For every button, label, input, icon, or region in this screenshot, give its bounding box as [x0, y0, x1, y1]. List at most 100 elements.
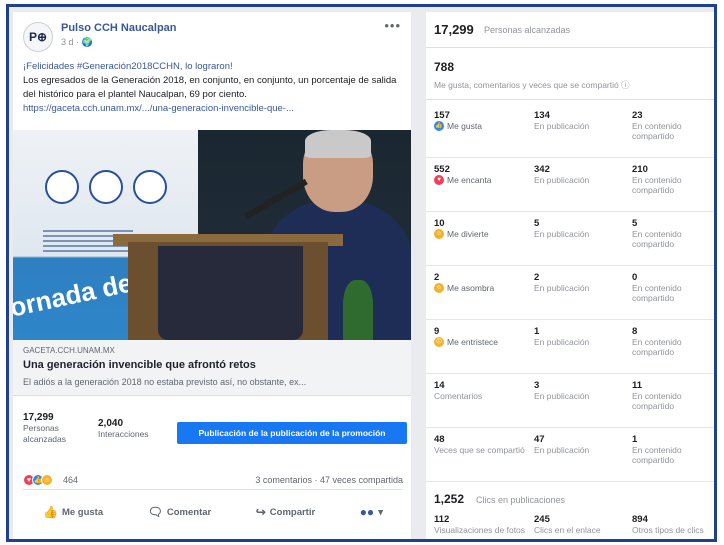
insight-value: 11: [632, 380, 643, 391]
insight-cell: 23 En contenido compartido: [632, 110, 714, 141]
insight-label: En contenido compartido: [632, 229, 714, 249]
insight-cell: 5 En publicación: [534, 218, 626, 239]
insight-label-text: En publicación: [534, 175, 590, 185]
engagement-total: 788 Me gusta, comentarios y veces que se…: [426, 52, 714, 100]
insight-row: 9 ☹ Me entristece 1 En publicación 8 En conten…: [426, 320, 714, 374]
insight-cell: 552 ♥ Me encanta: [434, 164, 526, 185]
like-button[interactable]: 👍 Me gusta: [43, 505, 103, 519]
link-clicks-stat: 245 Clics en el enlace: [534, 514, 626, 535]
insight-label-text: Me gusta: [447, 121, 482, 131]
share-icon: ↪: [255, 505, 266, 519]
insight-cell: 2 o Me asombra: [434, 272, 526, 293]
photo-views-stat: 112 Visualizaciones de fotos: [434, 514, 526, 535]
people-reached-stat: 17,299 Personas alcanzadas: [23, 412, 66, 445]
insight-value: 1: [534, 326, 540, 337]
insight-value: 1: [632, 434, 638, 445]
insight-value: 23: [632, 110, 643, 121]
insight-label: o Me asombra: [434, 283, 526, 293]
insight-label: En publicación: [534, 283, 626, 293]
photo-views-label: Visualizaciones de fotos: [434, 525, 526, 535]
plant: [343, 280, 373, 340]
insight-label-text: En contenido compartido: [632, 121, 682, 141]
post-link[interactable]: https://gaceta.cch.unam.mx/.../una-gener…: [23, 102, 399, 116]
insight-value: 157: [434, 110, 450, 121]
comments-shares-count[interactable]: 3 comentarios · 47 veces compartida: [255, 475, 403, 485]
interactions-label: Interacciones: [98, 429, 149, 439]
menu-chevron-icon: ▾: [378, 506, 383, 518]
clicks-number: 1,252: [434, 492, 465, 506]
post-text-body: Los egresados de la Generación 2018, en …: [23, 75, 397, 100]
insight-row: 10 ☺ Me divierte 5 En publicación 5 En conteni…: [426, 212, 714, 266]
insight-value: 342: [534, 164, 550, 175]
haha-reaction-icon: ☺: [434, 229, 444, 239]
wow-reaction-icon: o: [434, 283, 444, 293]
more-options-icon[interactable]: •••: [384, 18, 401, 33]
clicks-breakdown: 112 Visualizaciones de fotos 245 Clics e…: [426, 512, 714, 539]
audience-menu-button[interactable]: ●● ▾: [360, 505, 383, 519]
reactions-count[interactable]: 464: [63, 475, 78, 485]
sad-reaction-icon: ☹: [434, 337, 444, 347]
link-title[interactable]: Una generación invencible que afrontó re…: [23, 359, 256, 371]
insight-value: 9: [434, 326, 440, 337]
insight-label-text: En contenido compartido: [632, 283, 682, 303]
insight-label-text: En contenido compartido: [632, 391, 682, 411]
reactions-summary: ♥ 👍 ☺ 464 3 comentarios · 47 veces compa…: [23, 474, 403, 490]
insight-value: 210: [632, 164, 648, 175]
engagement-total-number: 788: [434, 60, 455, 74]
insight-cell: 47 En publicación: [534, 434, 626, 455]
share-label: Compartir: [269, 506, 316, 518]
insight-label-text: Me entristece: [447, 337, 499, 347]
other-clicks-stat: 894 Otros tipos de clics: [632, 514, 714, 535]
link-preview[interactable]: GACETA.CCH.UNAM.MX Una generación invenc…: [13, 340, 411, 396]
insight-label-text: Me encanta: [447, 175, 492, 185]
reaction-icons[interactable]: ♥ 👍 ☺: [23, 474, 53, 486]
insight-label: En publicación: [534, 175, 626, 185]
screenshot-frame: P⊕ Pulso CCH Naucalpan 3 d · 🌍 ••• ¡Feli…: [6, 4, 717, 542]
insight-cell: 1 En contenido compartido: [632, 434, 714, 465]
link-clicks-label: Clics en el enlace: [534, 525, 601, 535]
haha-reaction-icon: ☺: [41, 474, 53, 486]
insight-label-text: Me divierte: [447, 229, 489, 239]
insight-label: En publicación: [534, 445, 626, 455]
insight-label-text: En contenido compartido: [632, 229, 682, 249]
post-photo[interactable]: ornada de: [13, 130, 411, 340]
insight-label-text: Comentarios: [434, 391, 483, 401]
engagement-total-label[interactable]: Me gusta, comentarios y veces que se com…: [434, 79, 630, 91]
cch-logo-icon: [89, 170, 123, 204]
comment-label: Comentar: [166, 506, 212, 518]
link-source: GACETA.CCH.UNAM.MX: [23, 346, 115, 355]
share-button[interactable]: ↪ Compartir: [256, 505, 315, 519]
insight-label: En contenido compartido: [632, 283, 714, 303]
insight-cell: 14 Comentarios: [434, 380, 526, 401]
interactions-stat: 2,040 Interacciones: [98, 418, 149, 440]
page-avatar[interactable]: P⊕: [23, 22, 53, 52]
people-reached-label-1: Personas: [23, 423, 59, 433]
insight-label-text: En contenido compartido: [632, 337, 682, 357]
insight-label-text: En publicación: [534, 337, 590, 347]
insight-value: 14: [434, 380, 445, 391]
insight-row: 14 Comentarios 3 En publicación 11 En conteni…: [426, 374, 714, 428]
unam-logo-icon: [45, 170, 79, 204]
post-text-headline: ¡Felicidades #Generación2018CCHN, lo log…: [23, 61, 233, 72]
post-timestamp[interactable]: 3 d · 🌍: [61, 37, 93, 48]
page-name-link[interactable]: Pulso CCH Naucalpan: [61, 22, 177, 34]
post-actions: 👍 Me gusta 🗨 Comentar ↪ Compartir ●● ▾: [23, 500, 403, 524]
insight-value: 2: [534, 272, 540, 283]
interactions-number: 2,040: [98, 418, 124, 429]
banner-title: ornada de: [13, 267, 135, 323]
insight-label-text: En contenido compartido: [632, 175, 682, 195]
insight-cell: 134 En publicación: [534, 110, 626, 131]
insight-value: 2: [434, 272, 440, 283]
photo-views-number: 112: [434, 514, 450, 525]
insight-label: En contenido compartido: [632, 445, 714, 465]
boost-post-button[interactable]: Publicación de la publicación de la prom…: [177, 422, 407, 444]
insight-label-text: En publicación: [534, 445, 590, 455]
link-clicks-number: 245: [534, 514, 550, 525]
insight-label: En contenido compartido: [632, 391, 714, 411]
post-header: P⊕ Pulso CCH Naucalpan 3 d · 🌍 •••: [23, 18, 401, 52]
audience-icon: ●●: [359, 505, 375, 519]
insight-row: 157 👍 Me gusta 134 En publicación 23 En conten…: [426, 104, 714, 158]
thumbs-up-icon: 👍: [43, 505, 58, 519]
insight-cell: 1 En publicación: [534, 326, 626, 347]
comment-button[interactable]: 🗨 Comentar: [148, 505, 212, 519]
